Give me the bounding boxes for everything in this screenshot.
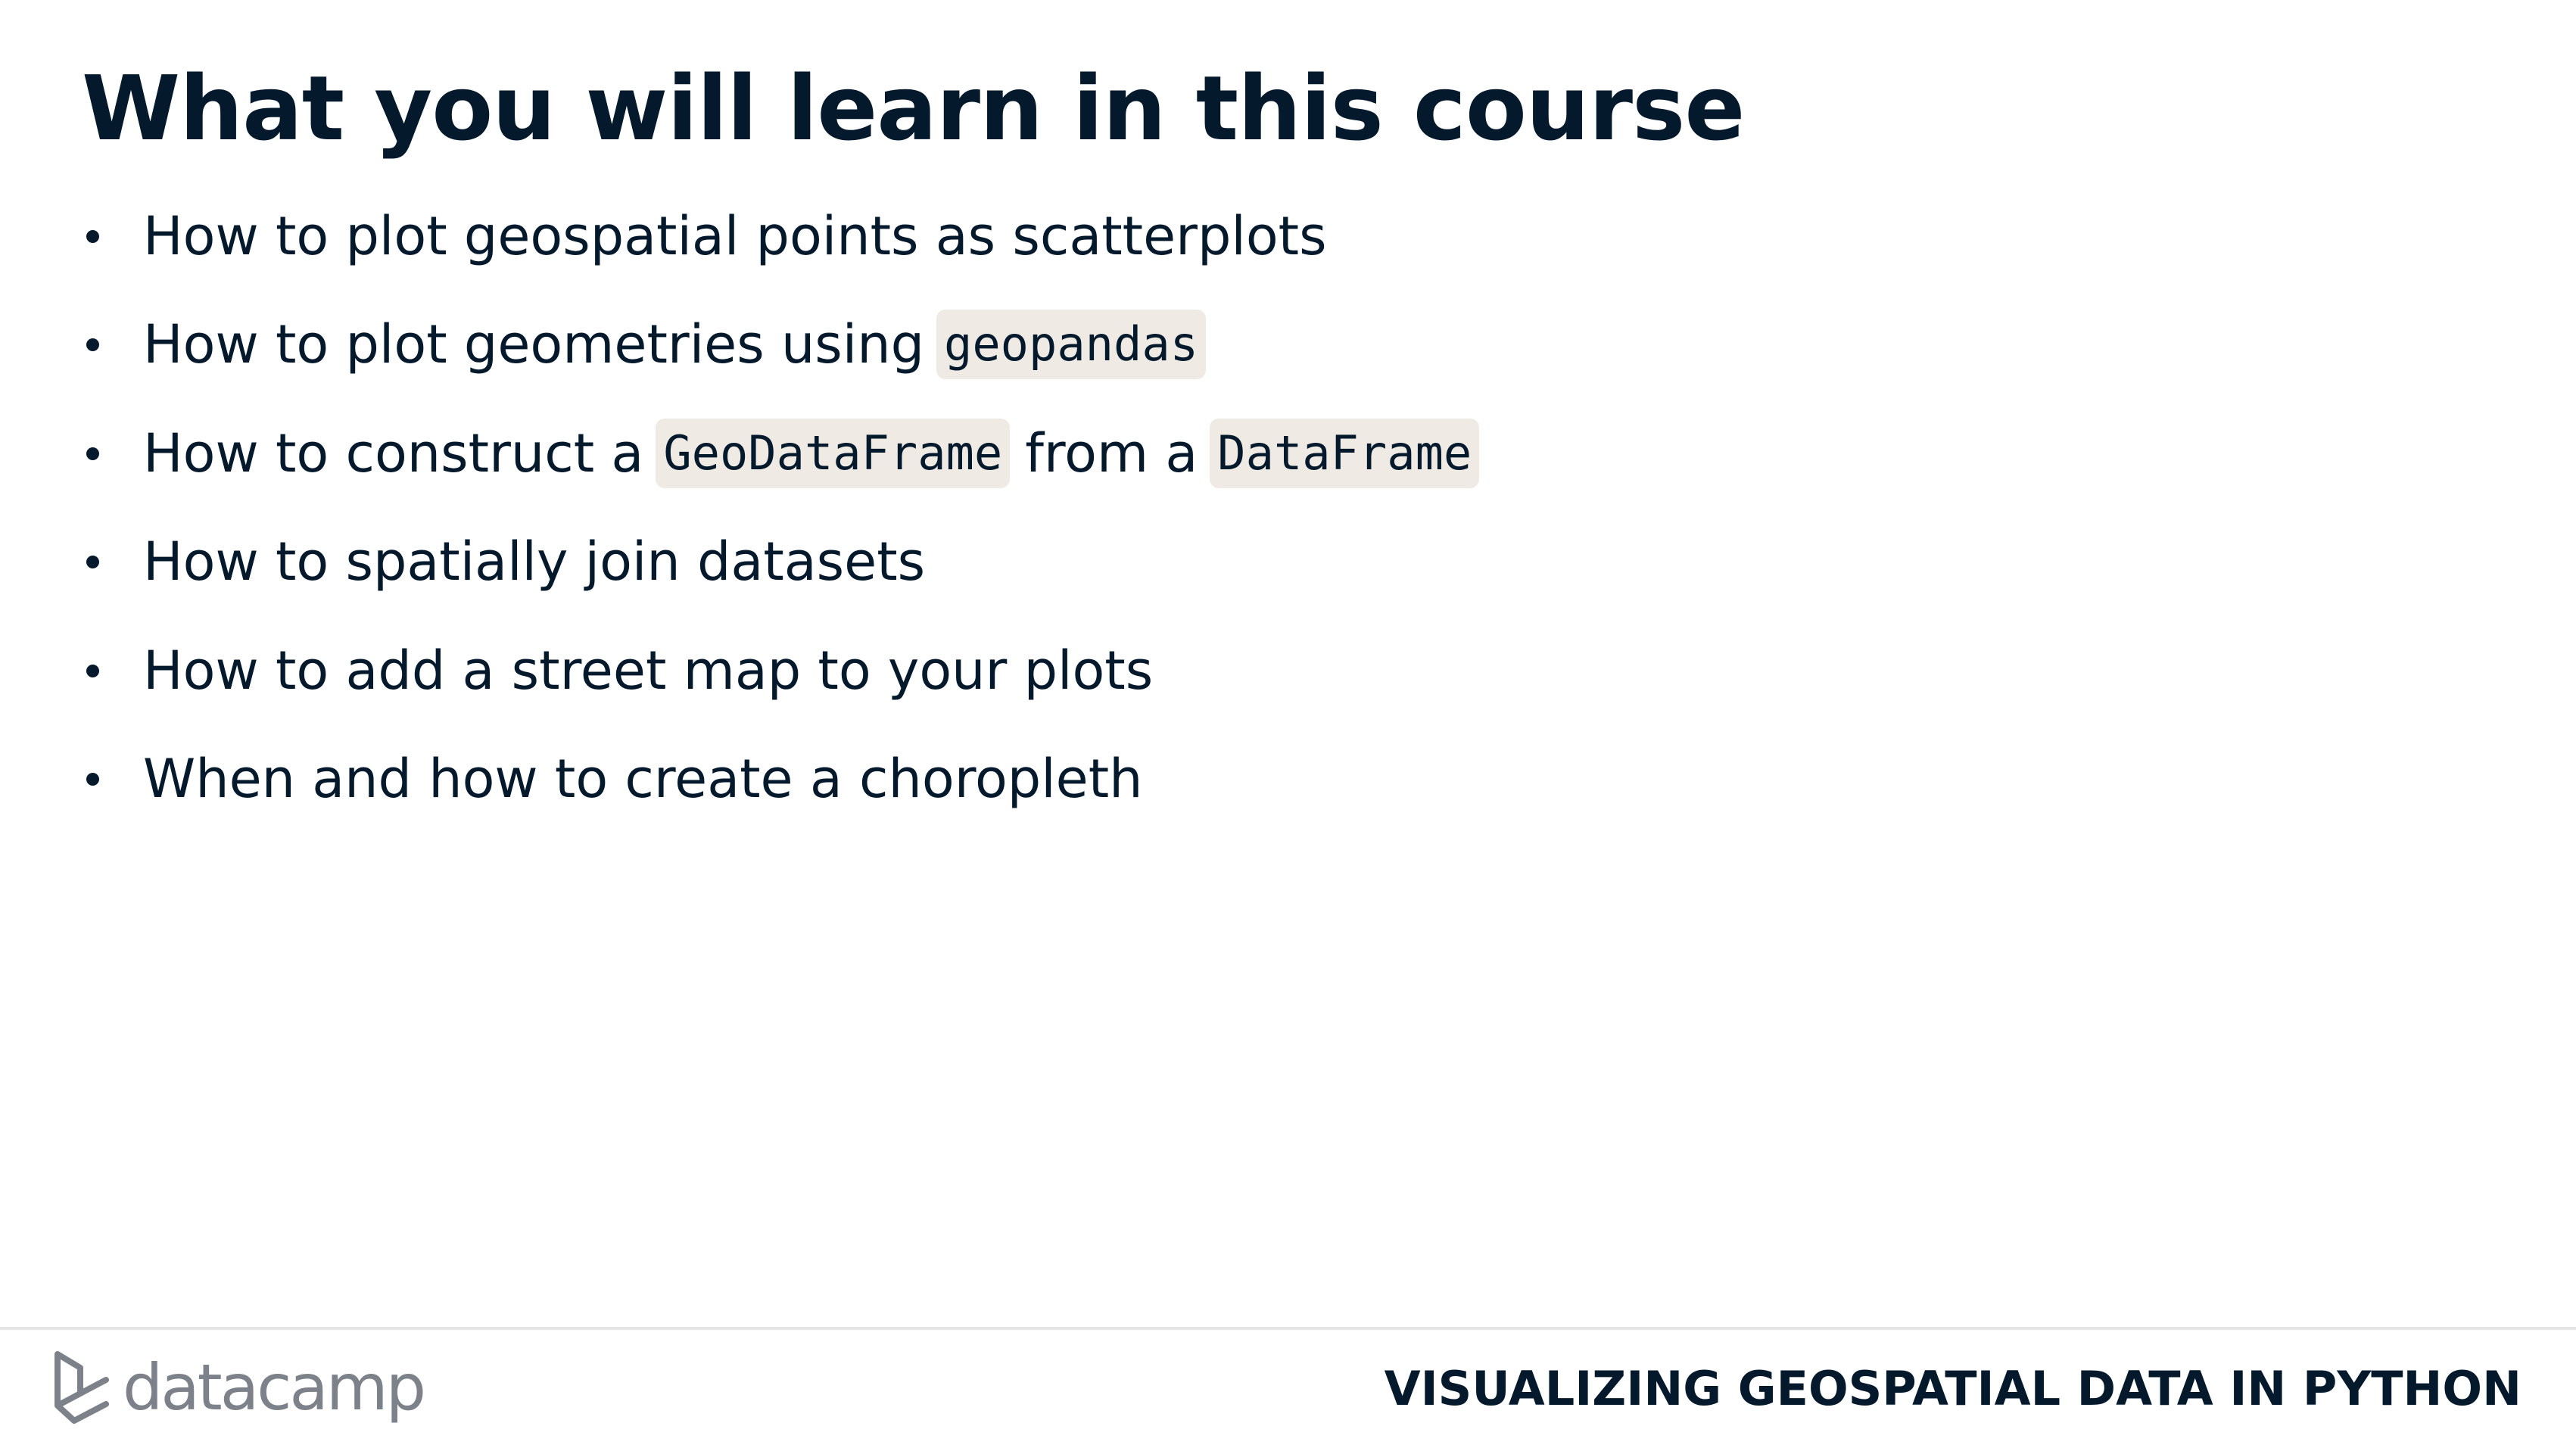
datacamp-logo: datacamp <box>53 1350 426 1425</box>
logo-wordmark: datacamp <box>123 1350 426 1425</box>
bullet-item: When and how to create a choropleth <box>82 725 1491 834</box>
bullet-dot-icon <box>86 664 99 677</box>
inline-code: geopandas <box>936 310 1206 380</box>
footer-divider <box>0 1327 2576 1330</box>
learning-objectives-list: How to plot geospatial points as scatter… <box>82 182 1491 833</box>
bullet-item: How to plot geospatial points as scatter… <box>82 182 1491 291</box>
bullet-item: How to construct a GeoDataFrame from a D… <box>82 399 1491 508</box>
inline-code: DataFrame <box>1210 418 1480 488</box>
bullet-text: How to plot geospatial points as scatter… <box>143 204 1327 267</box>
slide-title: What you will learn in this course <box>82 56 1745 160</box>
bullet-item: How to spatially join datasets <box>82 508 1491 617</box>
bullet-text: How to spatially join datasets <box>143 531 926 593</box>
bullet-item: How to add a street map to your plots <box>82 616 1491 725</box>
bullet-dot-icon <box>86 229 99 243</box>
bullet-dot-icon <box>86 447 99 460</box>
bullet-text: How to construct a <box>143 422 644 484</box>
bullet-dot-icon <box>86 556 99 569</box>
bullet-dot-icon <box>86 338 99 352</box>
bullet-dot-icon <box>86 773 99 786</box>
bullet-text: How to plot geometries using <box>143 313 925 376</box>
datacamp-logo-icon <box>55 1351 109 1424</box>
bullet-text: When and how to create a choropleth <box>143 748 1143 811</box>
inline-code: GeoDataFrame <box>656 418 1011 488</box>
course-name: VISUALIZING GEOSPATIAL DATA IN PYTHON <box>1384 1361 2521 1416</box>
bullet-text: How to add a street map to your plots <box>143 639 1154 702</box>
bullet-text: from a <box>1025 422 1198 484</box>
bullet-item: How to plot geometries using geopandas <box>82 291 1491 400</box>
